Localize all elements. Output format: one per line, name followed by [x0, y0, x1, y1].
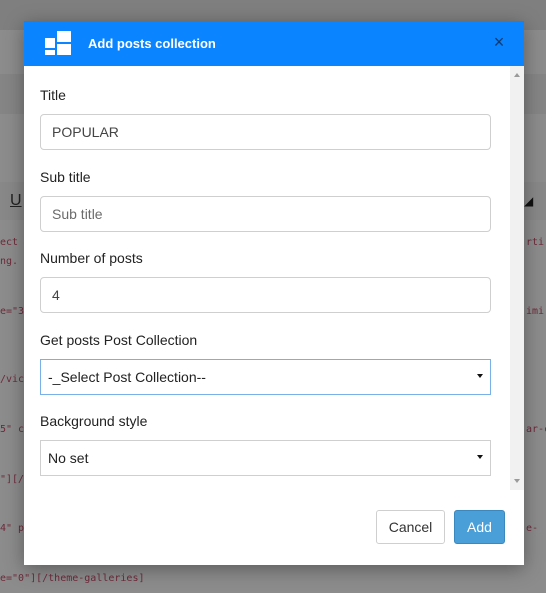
- close-icon[interactable]: ×: [490, 33, 508, 51]
- chevron-down-icon: [477, 374, 483, 378]
- background-style-selected: No set: [48, 450, 89, 466]
- background-style-label: Background style: [40, 413, 148, 429]
- bg-code-line: /vic: [0, 374, 25, 385]
- bg-code-line: ar-c: [526, 424, 546, 435]
- post-collection-select[interactable]: -_Select Post Collection--: [40, 359, 491, 395]
- subtitle-label: Sub title: [40, 169, 91, 185]
- bg-code-line: e-: [526, 523, 539, 534]
- title-label: Title: [40, 87, 66, 103]
- bg-code-line: 4" p: [0, 523, 25, 534]
- post-collection-label: Get posts Post Collection: [40, 332, 198, 348]
- scroll-thumb[interactable]: [513, 84, 521, 464]
- title-input[interactable]: [40, 114, 491, 150]
- cancel-button[interactable]: Cancel: [376, 510, 445, 544]
- bg-code-line: 5" c: [0, 424, 25, 435]
- background-style-select[interactable]: No set: [40, 440, 491, 476]
- add-button[interactable]: Add: [454, 510, 505, 544]
- dialog-title: Add posts collection: [88, 36, 216, 51]
- post-collection-selected: -_Select Post Collection--: [48, 369, 206, 385]
- bg-code-line: ect: [0, 237, 19, 248]
- dialog-scrollbar[interactable]: [510, 66, 524, 490]
- dialog-footer: Cancel Add: [24, 490, 524, 565]
- bg-code-line: "][/: [0, 474, 25, 485]
- bg-code-line: rti: [526, 237, 545, 248]
- chevron-down-icon: [477, 455, 483, 459]
- add-posts-collection-dialog: Add posts collection × Title Sub title N…: [24, 21, 524, 565]
- bg-code-line: imi: [526, 306, 545, 317]
- dialog-body: Title Sub title Number of posts Get post…: [24, 66, 524, 490]
- bg-code-line: e="0"][/theme-galleries]: [0, 573, 145, 584]
- underline-tool: U: [10, 192, 22, 209]
- scroll-up-icon[interactable]: [514, 73, 520, 77]
- subtitle-input[interactable]: [40, 196, 491, 232]
- dialog-header: Add posts collection ×: [24, 21, 524, 66]
- number-of-posts-input[interactable]: [40, 277, 491, 313]
- bg-code-line: ng.: [0, 256, 19, 267]
- bg-toolbar-icon: ◢: [524, 194, 534, 208]
- app-logo-icon: [45, 31, 71, 55]
- scroll-down-icon[interactable]: [514, 479, 520, 483]
- number-of-posts-label: Number of posts: [40, 250, 143, 266]
